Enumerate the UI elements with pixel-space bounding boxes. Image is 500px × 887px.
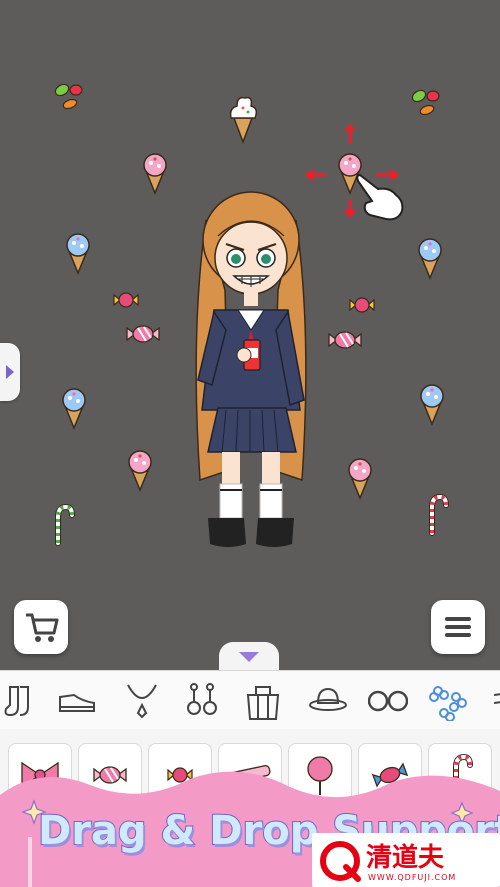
icecream-sticker[interactable] [66, 233, 90, 274]
side-panel-tab[interactable] [0, 343, 20, 401]
dressup-canvas[interactable] [0, 0, 500, 670]
icecream-sticker[interactable] [62, 388, 86, 429]
watermark-url: WWW.QDFUJI.COM [368, 873, 457, 882]
icecream-sticker[interactable] [143, 153, 167, 194]
glasses-icon [368, 690, 408, 712]
category-more[interactable] [478, 671, 500, 729]
shop-button[interactable] [14, 600, 68, 654]
softserve-sticker[interactable] [229, 96, 258, 145]
candy-sticker[interactable] [113, 292, 139, 308]
jellybean-sticker[interactable] [52, 81, 83, 111]
character[interactable] [195, 191, 307, 547]
candy-sticker[interactable] [328, 331, 362, 349]
category-hat[interactable] [296, 671, 356, 729]
category-hair-accessory-selected[interactable] [416, 671, 476, 729]
hand-pointer-icon [356, 173, 404, 221]
bag-icon [246, 686, 280, 720]
flower-clip-icon [429, 686, 467, 721]
necklace-icon [127, 684, 157, 719]
icecream-sticker[interactable] [420, 384, 444, 425]
icecream-sticker[interactable] [418, 238, 442, 279]
shoe-icon [59, 693, 95, 712]
candy-cane-sticker[interactable] [432, 497, 446, 533]
category-bag[interactable] [232, 671, 292, 729]
drawer-toggle[interactable] [219, 642, 279, 670]
icecream-sticker-dragging[interactable] [338, 153, 362, 194]
jellybean-sticker[interactable] [409, 87, 440, 117]
candy-sticker[interactable] [126, 325, 160, 343]
hamburger-icon [445, 617, 471, 637]
category-earrings[interactable] [172, 671, 232, 729]
watermark-logo-icon [320, 841, 361, 882]
socks-icon [4, 686, 29, 717]
watermark: 清道夫 WWW.QDFUJI.COM [312, 833, 500, 887]
category-necklace[interactable] [112, 671, 172, 729]
scene-svg [52, 81, 500, 547]
category-glasses[interactable] [356, 671, 416, 729]
candy-sticker[interactable] [349, 297, 375, 313]
category-socks[interactable] [0, 671, 48, 729]
chevron-right-icon [6, 365, 14, 379]
icecream-sticker[interactable] [348, 458, 372, 499]
hat-icon [309, 687, 347, 711]
category-shoes[interactable] [46, 671, 106, 729]
more-icon [493, 693, 500, 704]
cart-icon [26, 613, 59, 642]
menu-button[interactable] [431, 600, 485, 654]
chevron-down-icon [239, 652, 259, 662]
earrings-icon [187, 683, 217, 715]
watermark-brand: 清道夫 [366, 843, 445, 873]
icecream-sticker[interactable] [128, 450, 152, 491]
category-bar [0, 670, 500, 730]
candy-cane-sticker[interactable] [58, 507, 72, 543]
